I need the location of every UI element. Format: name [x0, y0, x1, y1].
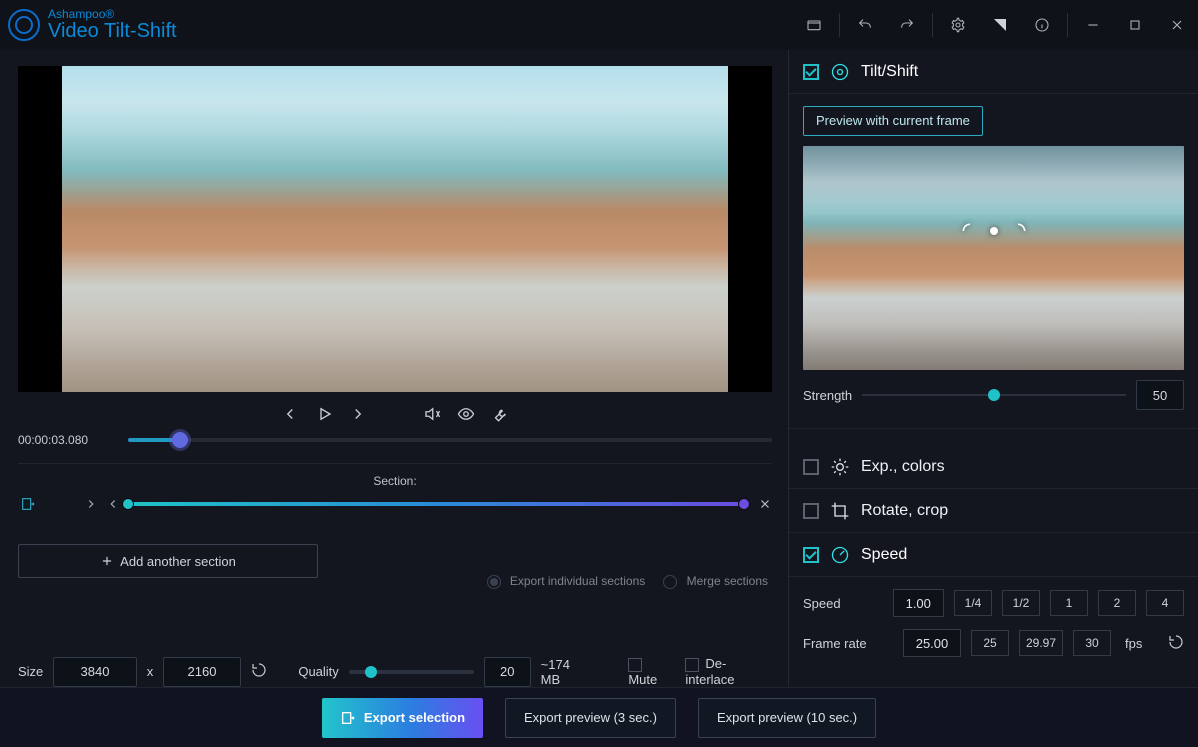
- fps-suffix: fps: [1125, 636, 1142, 651]
- section-remove-button[interactable]: [758, 497, 772, 511]
- speed-enable-checkbox[interactable]: [803, 547, 819, 563]
- framerate-label: Frame rate: [803, 636, 893, 651]
- tilt-handles[interactable]: [960, 221, 1028, 241]
- quality-thumb[interactable]: [365, 666, 377, 678]
- app-title: Video Tilt-Shift: [48, 21, 177, 42]
- quality-value[interactable]: 20: [484, 657, 531, 687]
- preview-current-frame-button[interactable]: Preview with current frame: [803, 106, 983, 136]
- export-settings: Size 3840 x 2160 Quality 20 ~174 MB Mute…: [18, 656, 772, 687]
- width-input[interactable]: 3840: [53, 657, 136, 687]
- deinterlace-checkbox[interactable]: De-interlace: [685, 656, 772, 687]
- panel-exp-colors: Exp., colors: [789, 445, 1198, 489]
- strength-value[interactable]: 50: [1136, 380, 1184, 410]
- sun-icon: [829, 456, 851, 478]
- panel-speed: Speed Speed 1.00 1/4 1/2 1 2 4 Frame rat…: [789, 533, 1198, 687]
- close-button[interactable]: [1156, 0, 1198, 50]
- titlebar: Ashampoo® Video Tilt-Shift: [0, 0, 1198, 50]
- exp-title: Exp., colors: [861, 458, 945, 476]
- panel-rotate-crop: Rotate, crop: [789, 489, 1198, 533]
- redo-button[interactable]: [886, 0, 928, 50]
- speed-preset-2[interactable]: 1: [1050, 590, 1088, 616]
- timeline-thumb[interactable]: [172, 432, 188, 448]
- framerate-value[interactable]: 25.00: [903, 629, 961, 657]
- theme-button[interactable]: [979, 0, 1021, 50]
- add-section-button[interactable]: Add another section: [18, 544, 318, 578]
- rotate-enable-checkbox[interactable]: [803, 503, 819, 519]
- next-frame-button[interactable]: [349, 405, 367, 423]
- section-track[interactable]: [128, 502, 744, 506]
- panel-header-rotate[interactable]: Rotate, crop: [789, 489, 1198, 533]
- brand-label: Ashampoo®: [48, 8, 177, 21]
- est-size: ~174 MB: [541, 657, 591, 687]
- play-button[interactable]: [315, 405, 333, 423]
- speed-label: Speed: [803, 596, 883, 611]
- undo-button[interactable]: [844, 0, 886, 50]
- strength-thumb[interactable]: [988, 389, 1000, 401]
- section-end-handle[interactable]: [738, 498, 750, 510]
- height-input[interactable]: 2160: [163, 657, 241, 687]
- crop-icon: [829, 500, 851, 522]
- merge-sections-radio[interactable]: Merge sections: [663, 574, 768, 589]
- timeline-track[interactable]: [128, 438, 772, 442]
- exp-enable-checkbox[interactable]: [803, 459, 819, 475]
- fps-preset-1[interactable]: 29.97: [1019, 630, 1063, 656]
- tools-icon[interactable]: [491, 405, 509, 423]
- strength-slider[interactable]: [862, 394, 1126, 396]
- speed-preset-0[interactable]: 1/4: [954, 590, 992, 616]
- settings-button[interactable]: [937, 0, 979, 50]
- speed-preset-4[interactable]: 4: [1146, 590, 1184, 616]
- export-individual-radio[interactable]: Export individual sections: [487, 574, 646, 589]
- export-selection-button[interactable]: Export selection: [322, 698, 483, 738]
- export-selection-label: Export selection: [364, 710, 465, 725]
- fps-preset-0[interactable]: 25: [971, 630, 1009, 656]
- merge-options: Export individual sections Merge section…: [487, 574, 768, 589]
- minimize-button[interactable]: [1072, 0, 1114, 50]
- timecode: 00:00:03.080: [18, 433, 114, 447]
- x-label: x: [147, 664, 154, 679]
- view-icon[interactable]: [457, 405, 475, 423]
- speed-value[interactable]: 1.00: [893, 589, 944, 617]
- framerate-reset-button[interactable]: [1168, 634, 1184, 653]
- video-preview[interactable]: [18, 66, 772, 392]
- section-label: Section:: [18, 474, 772, 488]
- panel-header-tilt[interactable]: Tilt/Shift: [789, 50, 1198, 94]
- panel-header-speed[interactable]: Speed: [789, 533, 1198, 577]
- speed-title: Speed: [861, 546, 907, 564]
- size-reset-button[interactable]: [251, 662, 267, 681]
- mute-icon[interactable]: [423, 405, 441, 423]
- section-prev-button[interactable]: [106, 497, 120, 511]
- speed-preset-3[interactable]: 2: [1098, 590, 1136, 616]
- info-button[interactable]: [1021, 0, 1063, 50]
- section-next-button[interactable]: [84, 497, 98, 511]
- export-preview-10-button[interactable]: Export preview (10 sec.): [698, 698, 876, 738]
- tilt-enable-checkbox[interactable]: [803, 64, 819, 80]
- panel-header-exp[interactable]: Exp., colors: [789, 445, 1198, 489]
- speed-preset-1[interactable]: 1/2: [1002, 590, 1040, 616]
- bottom-bar: Export selection Export preview (3 sec.)…: [0, 687, 1198, 747]
- quality-slider[interactable]: [349, 670, 474, 674]
- timeline: 00:00:03.080: [18, 433, 772, 447]
- tilt-icon: [829, 61, 851, 83]
- section-start-handle[interactable]: [122, 498, 134, 510]
- strength-label: Strength: [803, 388, 852, 403]
- tilt-title: Tilt/Shift: [861, 63, 918, 81]
- panel-tilt-shift: Tilt/Shift Preview with current frame St…: [789, 50, 1198, 429]
- mute-checkbox[interactable]: Mute: [628, 656, 675, 687]
- add-section-label: Add another section: [120, 554, 236, 569]
- prev-frame-button[interactable]: [281, 405, 299, 423]
- tilt-preview[interactable]: [803, 146, 1184, 370]
- logo-icon: [8, 9, 40, 41]
- gauge-icon: [829, 544, 851, 566]
- maximize-button[interactable]: [1114, 0, 1156, 50]
- quality-label: Quality: [298, 664, 338, 679]
- fps-preset-2[interactable]: 30: [1073, 630, 1111, 656]
- rotate-title: Rotate, crop: [861, 502, 948, 520]
- player-controls: [18, 396, 772, 432]
- size-label: Size: [18, 664, 43, 679]
- app-logo: Ashampoo® Video Tilt-Shift: [8, 8, 177, 42]
- section-export-icon[interactable]: [18, 494, 38, 514]
- section-row: [18, 494, 772, 514]
- open-folder-button[interactable]: [793, 0, 835, 50]
- export-preview-3-button[interactable]: Export preview (3 sec.): [505, 698, 676, 738]
